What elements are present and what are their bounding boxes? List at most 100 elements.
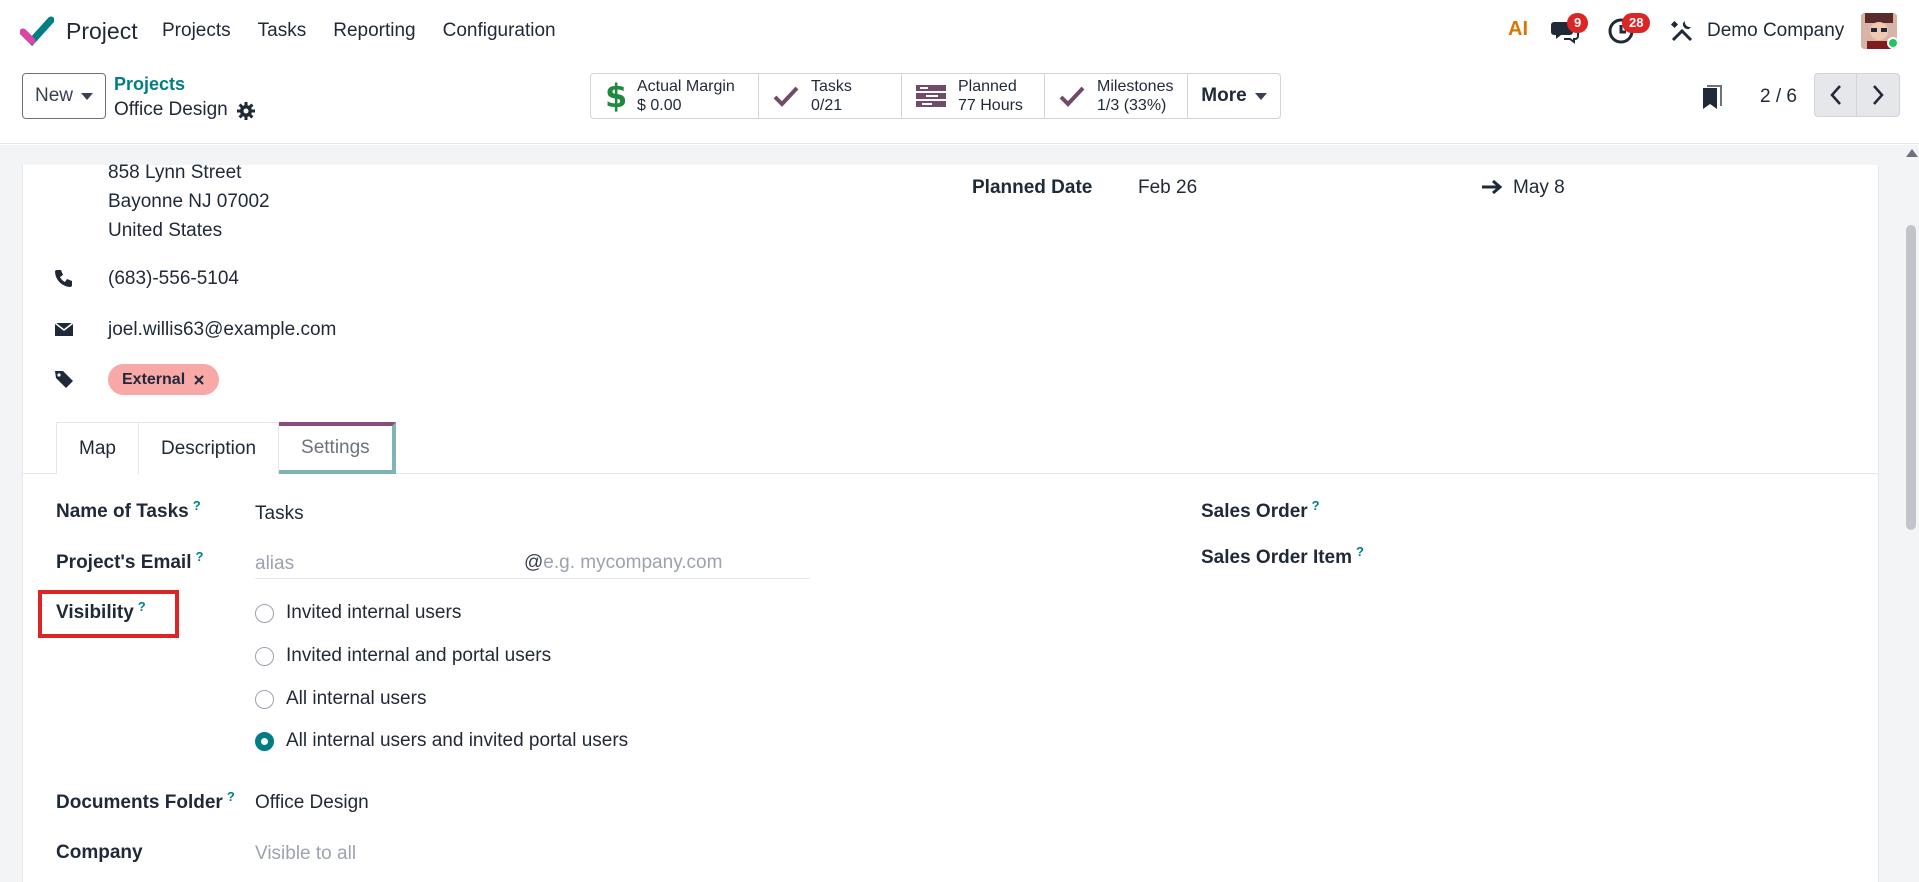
name-of-tasks-label: Name of Tasks? <box>56 498 201 522</box>
new-button-label: New <box>34 85 73 106</box>
email-value[interactable]: joel.willis63@example.com <box>108 319 336 341</box>
scrollbar-thumb[interactable] <box>1906 225 1916 530</box>
form-tabs: Map Description Settings <box>56 422 396 474</box>
radio-button[interactable] <box>255 603 274 623</box>
help-tooltip-icon[interactable]: ? <box>138 599 146 614</box>
menu-item-reporting[interactable]: Reporting <box>333 20 415 42</box>
top-navbar: Project Projects Tasks Reporting Configu… <box>0 0 1919 62</box>
stat-planned[interactable]: Planned 77 Hours <box>902 74 1045 118</box>
activities-count-badge: 28 <box>1622 13 1651 33</box>
stat-value: $ 0.00 <box>637 97 682 114</box>
project-email-label: Project's Email? <box>56 549 204 573</box>
stat-value: 77 Hours <box>958 97 1023 114</box>
email-alias-input[interactable]: alias <box>255 553 294 575</box>
address-line: United States <box>108 220 223 241</box>
stat-label: Tasks <box>811 78 852 95</box>
help-tooltip-icon[interactable]: ? <box>1356 544 1364 559</box>
radio-button[interactable] <box>255 646 274 666</box>
tab-settings[interactable]: Settings <box>279 422 396 474</box>
check-icon <box>773 86 799 107</box>
chevron-left-icon <box>1829 85 1841 105</box>
name-of-tasks-input[interactable]: Tasks <box>255 503 304 525</box>
radio-button[interactable] <box>255 689 274 709</box>
email-input-underline <box>255 578 810 579</box>
email-domain-input[interactable]: @e.g. mycompany.com <box>524 552 722 574</box>
bookmark-icon[interactable] <box>1701 85 1723 111</box>
documents-folder-input[interactable]: Office Design <box>255 792 369 814</box>
tag-label: External <box>122 370 186 388</box>
svg-text:$: $ <box>605 80 625 112</box>
tab-map[interactable]: Map <box>56 422 139 474</box>
breadcrumb-current: Office Design <box>114 99 228 120</box>
messages-count-badge: 9 <box>1567 13 1589 33</box>
tag-external[interactable]: External <box>108 364 220 395</box>
new-button[interactable]: New <box>22 73 106 119</box>
help-tooltip-icon[interactable]: ? <box>193 498 201 513</box>
radio-label: Invited internal and portal users <box>286 645 552 666</box>
chevron-down-icon <box>1254 92 1267 100</box>
stat-tasks[interactable]: Tasks 0/21 <box>759 74 902 118</box>
company-switcher[interactable]: Demo Company <box>1707 20 1844 42</box>
planned-date-start[interactable]: Feb 26 <box>1138 177 1197 199</box>
check-icon <box>1059 86 1085 107</box>
menu-item-tasks[interactable]: Tasks <box>258 20 307 42</box>
radio-label: All internal users <box>286 688 427 709</box>
phone-icon <box>55 270 72 287</box>
smart-buttons: $ Actual Margin $ 0.00 Tasks 0/21 <box>590 73 1281 119</box>
address-line: 858 Lynn Street <box>108 162 242 183</box>
visibility-option[interactable]: All internal users <box>255 688 426 710</box>
previous-record-button[interactable] <box>1814 73 1857 117</box>
visibility-option[interactable]: Invited internal users <box>255 602 461 624</box>
visibility-option-selected[interactable]: All internal users and invited portal us… <box>255 730 628 752</box>
chevron-down-icon <box>81 92 93 100</box>
planning-icon <box>916 85 946 107</box>
stat-actual-margin[interactable]: $ Actual Margin $ 0.00 <box>591 74 759 118</box>
project-app-logo-icon[interactable] <box>20 14 54 48</box>
stat-label: Milestones <box>1097 78 1174 95</box>
company-input[interactable]: Visible to all <box>255 843 356 865</box>
control-panel: New Projects Office Design $ Actual Marg… <box>0 62 1919 144</box>
more-label: More <box>1201 85 1247 106</box>
tab-description[interactable]: Description <box>138 422 280 474</box>
envelope-icon <box>54 322 74 336</box>
menu-item-configuration[interactable]: Configuration <box>443 20 556 42</box>
online-status-dot <box>1887 37 1899 49</box>
close-icon[interactable] <box>193 374 205 386</box>
chevron-right-icon <box>1873 85 1884 105</box>
gear-icon[interactable] <box>237 102 255 120</box>
stat-label: Actual Margin <box>637 78 735 95</box>
app-name[interactable]: Project <box>66 18 138 45</box>
help-tooltip-icon[interactable]: ? <box>1312 498 1320 513</box>
more-button[interactable]: More <box>1188 74 1280 118</box>
scroll-up-arrow-icon[interactable] <box>1906 149 1918 157</box>
breadcrumb-projects[interactable]: Projects <box>114 74 185 95</box>
stat-value: 0/21 <box>811 97 843 114</box>
stat-value: 1/3 (33%) <box>1097 97 1167 114</box>
visibility-option[interactable]: Invited internal and portal users <box>255 645 551 667</box>
radio-label: Invited internal users <box>286 602 462 623</box>
menu-item-projects[interactable]: Projects <box>162 20 231 42</box>
arrow-right-icon <box>1482 179 1503 195</box>
dollar-icon: $ <box>605 80 625 112</box>
visibility-label: Visibility? <box>56 599 146 623</box>
sales-order-label: Sales Order? <box>1201 498 1320 522</box>
debug-tools-icon[interactable] <box>1670 19 1694 43</box>
next-record-button[interactable] <box>1857 73 1900 117</box>
help-tooltip-icon[interactable]: ? <box>227 789 235 804</box>
ai-icon[interactable]: AI <box>1508 18 1528 41</box>
radio-label: All internal users and invited portal us… <box>286 730 629 751</box>
radio-button-checked[interactable] <box>255 731 274 751</box>
stat-milestones[interactable]: Milestones 1/3 (33%) <box>1045 74 1188 118</box>
documents-folder-label: Documents Folder? <box>56 789 235 813</box>
address-line: Bayonne NJ 07002 <box>108 191 270 212</box>
help-tooltip-icon[interactable]: ? <box>195 549 203 564</box>
sales-order-item-label: Sales Order Item? <box>1201 544 1364 568</box>
pager-value[interactable]: 2 / 6 <box>1760 86 1797 108</box>
planned-date-label: Planned Date <box>972 177 1093 198</box>
phone-value[interactable]: (683)-556-5104 <box>108 268 239 290</box>
main-menu: Projects Tasks Reporting Configuration <box>162 20 556 42</box>
tag-icon <box>55 371 73 388</box>
planned-date-end[interactable]: May 8 <box>1513 177 1565 199</box>
stat-label: Planned <box>958 78 1017 95</box>
company-label: Company <box>56 842 143 863</box>
